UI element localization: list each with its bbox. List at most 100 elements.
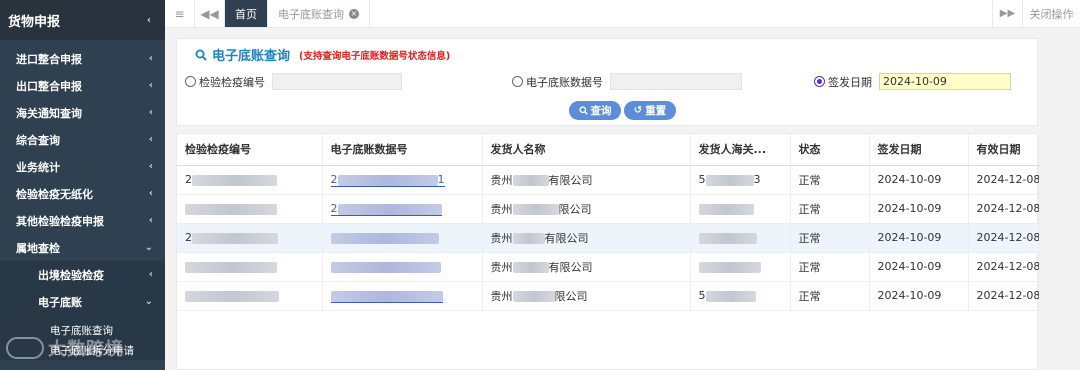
sidebar-item-general-query[interactable]: 综合查询 ‹ <box>0 126 165 153</box>
ledger-number-radio[interactable] <box>512 76 523 87</box>
sidebar-item-customs-notice[interactable]: 海关通知查询 ‹ <box>0 99 165 126</box>
ledger-number-cell[interactable] <box>322 223 483 253</box>
redacted-text <box>512 262 549 273</box>
table-row[interactable]: 2 21 贵州 有限公司 53 正常 2024-10-09 2024-12-08 <box>177 165 1040 195</box>
sidebar-item-local-inspection[interactable]: 属地查检 ⌄ <box>0 234 165 261</box>
issue-date-field-group: 签发日期 <box>814 73 1011 90</box>
column-header[interactable]: 发货人名称 <box>482 134 691 166</box>
search-panel: 电子底账查询 (支持查询电子底账数据号状态信息) 检验检疫编号 电子底账数据号 … <box>176 38 1038 126</box>
column-header[interactable]: 检验检疫编号 <box>177 134 323 166</box>
inspection-number-cell <box>177 281 323 311</box>
chevron-left-icon: ‹ <box>148 80 153 91</box>
inspection-number-field-group: 检验检疫编号 <box>185 73 402 90</box>
issue-date-radio[interactable] <box>814 76 825 87</box>
search-panel-title: 电子底账查询 (支持查询电子底账数据号状态信息) <box>195 45 450 64</box>
chevron-left-icon: ‹ <box>148 188 153 199</box>
tab-label: 电子底账查询 <box>278 7 344 21</box>
column-header[interactable]: 签发日期 <box>869 134 969 166</box>
watermark-text: 大数跨境 <box>48 339 124 360</box>
scroll-right-icon[interactable]: ▶▶ <box>992 0 1022 27</box>
menu-toggle-icon[interactable]: ≡ <box>165 0 195 27</box>
ledger-number-cell[interactable] <box>322 252 483 282</box>
table-header-row: 检验检疫编号 电子底账数据号 发货人名称 发货人海关... 状态 签发日期 有效… <box>177 134 1040 166</box>
tab-e-ledger-query[interactable]: 电子底账查询 × <box>268 0 370 27</box>
sidebar-header[interactable]: 货物申报 ‹ <box>0 0 165 40</box>
ledger-number-cell[interactable]: 2 <box>322 194 483 224</box>
inspection-number-cell: 2 <box>177 223 323 253</box>
column-header[interactable]: 电子底账数据号 <box>322 134 483 166</box>
status-cell: 正常 <box>790 223 870 253</box>
shipper-customs-cell <box>690 223 791 253</box>
shipper-name-cell: 贵州 有限公司 <box>482 252 691 282</box>
issue-date-cell: 2024-10-09 <box>869 194 969 224</box>
shipper-name-cell: 贵州 有限公司 <box>482 165 691 195</box>
sidebar-item-label: 出口整合申报 <box>16 79 82 93</box>
close-icon[interactable]: × <box>349 8 359 19</box>
redacted-text <box>698 232 757 244</box>
results-table-panel: 检验检疫编号 电子底账数据号 发货人名称 发货人海关... 状态 签发日期 有效… <box>176 133 1040 370</box>
shipper-customs-cell: 53 <box>690 165 791 195</box>
shipper-customs-cell: 5 <box>690 281 791 311</box>
valid-date-cell: 2024-12-08 <box>968 252 1040 282</box>
ledger-number-field-group: 电子底账数据号 <box>512 73 742 90</box>
inspection-number-input[interactable] <box>272 73 402 90</box>
sidebar-item-label: 检验检疫无纸化 <box>16 187 93 201</box>
valid-date-cell: 2024-12-08 <box>968 223 1040 253</box>
query-button[interactable]: 查询 <box>569 101 621 120</box>
sidebar-item-export-declaration[interactable]: 出口整合申报 ‹ <box>0 72 165 99</box>
chevron-left-icon: ‹ <box>146 14 151 26</box>
sidebar-title: 货物申报 <box>8 14 61 30</box>
redacted-text <box>330 290 443 302</box>
issue-date-input[interactable] <box>879 73 1011 90</box>
shipper-customs-cell <box>690 252 791 282</box>
close-operations-button[interactable]: 关闭操作 <box>1022 0 1080 27</box>
tab-home[interactable]: 首页 <box>225 0 268 27</box>
sidebar-item-paperless[interactable]: 检验检疫无纸化 ‹ <box>0 180 165 207</box>
reset-button[interactable]: ↺ 重置 <box>624 101 676 120</box>
redacted-text <box>698 203 754 215</box>
sidebar-item-outbound-inspection[interactable]: 出境检验检疫 ‹ <box>0 261 165 288</box>
sidebar-item-label: 进口整合申报 <box>16 52 82 66</box>
page-title: 电子底账查询 <box>212 49 291 64</box>
ledger-number-input[interactable] <box>610 73 742 90</box>
tab-bar: ≡ ◀◀ 首页 电子底账查询 × ▶▶ 关闭操作 <box>165 0 1080 28</box>
redacted-text <box>705 290 756 302</box>
ledger-number-cell[interactable]: 21 <box>322 165 483 195</box>
sidebar: 货物申报 ‹ 进口整合申报 ‹ 出口整合申报 ‹ 海关通知查询 ‹ 综合查询 ‹ 业务统… <box>0 0 165 370</box>
issue-date-label: 签发日期 <box>828 75 872 89</box>
chevron-left-icon: ‹ <box>148 134 153 145</box>
tab-label: 首页 <box>235 7 257 21</box>
query-button-label: 查询 <box>590 105 612 117</box>
inspection-number-radio[interactable] <box>185 76 196 87</box>
column-header[interactable]: 有效日期 <box>968 134 1040 166</box>
table-row[interactable]: 贵州 限公司 5 正常 2024-10-09 2024-12-08 <box>177 281 1040 311</box>
status-cell: 正常 <box>790 194 870 224</box>
issue-date-cell: 2024-10-09 <box>869 252 969 282</box>
chevron-down-icon: ⌄ <box>144 296 153 307</box>
sidebar-item-other-inspection[interactable]: 其他检验检疫申报 ‹ <box>0 207 165 234</box>
sidebar-item-label: 其他检验检疫申报 <box>16 214 104 228</box>
inspection-number-cell <box>177 252 323 282</box>
chevron-down-icon: ⌄ <box>144 242 153 253</box>
chevron-left-icon: ‹ <box>148 269 153 280</box>
redacted-text <box>512 291 555 302</box>
redacted-text <box>192 232 278 244</box>
search-icon <box>578 106 588 115</box>
sidebar-item-import-declaration[interactable]: 进口整合申报 ‹ <box>0 45 165 72</box>
scroll-left-icon[interactable]: ◀◀ <box>195 0 225 27</box>
page-note: (支持查询电子底账数据号状态信息) <box>299 50 451 62</box>
column-header[interactable]: 发货人海关... <box>690 134 791 166</box>
close-operations-label: 关闭操作 <box>1029 7 1074 21</box>
redacted-text <box>512 204 559 215</box>
valid-date-cell: 2024-12-08 <box>968 281 1040 311</box>
table-row[interactable]: 2 贵州 限公司 正常 2024-10-09 2024-12-08 <box>177 194 1040 224</box>
shipper-name-cell: 贵州 有限公司 <box>482 223 691 253</box>
column-header[interactable]: 状态 <box>790 134 870 166</box>
sidebar-item-statistics[interactable]: 业务统计 ‹ <box>0 153 165 180</box>
sidebar-item-label: 业务统计 <box>16 160 60 174</box>
sidebar-item-e-ledger[interactable]: 电子底账 ⌄ <box>0 288 165 315</box>
ledger-number-cell[interactable] <box>322 281 483 311</box>
table-row[interactable]: 2 贵州 有限公司 正常 2024-10-09 2024-12-08 <box>177 223 1040 253</box>
table-row[interactable]: 贵州 有限公司 正常 2024-10-09 2024-12-08 <box>177 252 1040 282</box>
issue-date-cell: 2024-10-09 <box>869 281 969 311</box>
